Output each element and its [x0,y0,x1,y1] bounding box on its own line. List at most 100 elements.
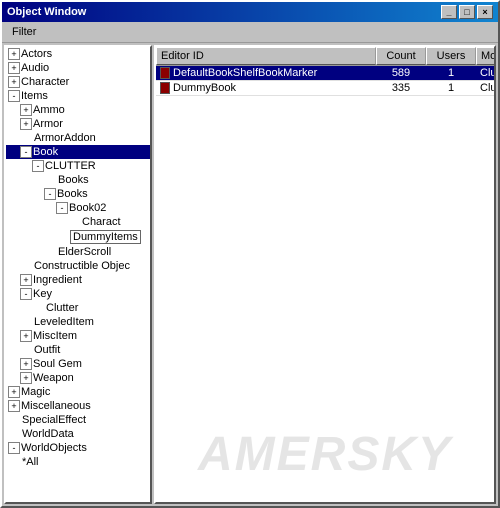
editor-id-text: DummyBook [173,82,236,94]
tree-item-ammo[interactable]: +Ammo [6,103,150,117]
tree-item-items[interactable]: -Items [6,89,150,103]
tree-item-constructible[interactable]: Constructible Objec [6,259,150,273]
tree-label-miscellaneous: Miscellaneous [21,400,91,412]
cell-model: Clutter\D [476,81,494,95]
tree-label-audio: Audio [21,62,49,74]
col-header-editor-id[interactable]: Editor ID [156,47,376,65]
maximize-button[interactable]: □ [459,5,475,19]
window-title: Object Window [7,6,86,18]
tree-toggle-worldobjects[interactable]: - [8,442,20,454]
tree-item-worlddata[interactable]: WorldData [6,427,150,441]
tree-item-key[interactable]: -Key [6,287,150,301]
tree-item-dummyitems[interactable]: DummyItems [6,229,150,245]
tree-item-elderscroll[interactable]: ElderScroll [6,245,150,259]
tree-label-leveleditem: LeveledItem [34,316,94,328]
tree-label-all: *All [22,456,39,468]
table-body: DefaultBookShelfBookMarker5891Clutter\DD… [156,66,494,502]
col-header-model[interactable]: Model [476,47,496,65]
table-panel: Editor ID Count Users Model DefaultBookS… [154,45,496,504]
tree-item-weapon[interactable]: +Weapon [6,371,150,385]
tree-item-all[interactable]: *All [6,455,150,469]
tree-item-magic[interactable]: +Magic [6,385,150,399]
cell-model: Clutter\D [476,66,494,80]
tree-toggle-soulgem[interactable]: + [20,358,32,370]
tree-item-book[interactable]: -Book [6,145,150,159]
tree-label-charact: Charact [82,216,121,228]
cell-users: 1 [426,66,476,80]
tree-label-constructible: Constructible Objec [34,260,130,272]
tree-label-armoraddon: ArmorAddon [34,132,96,144]
tree-toggle-book02[interactable]: - [56,202,68,214]
tree-toggle-ingredient[interactable]: + [20,274,32,286]
tree-toggle-items[interactable]: - [8,90,20,102]
tree-item-miscitem[interactable]: +MiscItem [6,329,150,343]
tree-toggle-weapon[interactable]: + [20,372,32,384]
book-icon [160,67,170,79]
tree-label-key: Key [33,288,52,300]
tree-item-character[interactable]: +Character [6,75,150,89]
cell-users: 1 [426,81,476,95]
tree-toggle-book[interactable]: - [20,146,32,158]
table-header: Editor ID Count Users Model [156,47,494,66]
tree-item-actors[interactable]: +Actors [6,47,150,61]
menu-bar: Filter [2,22,498,43]
tree-label-ingredient: Ingredient [33,274,82,286]
col-header-users[interactable]: Users [426,47,476,65]
tree-label-weapon: Weapon [33,372,74,384]
tree-toggle-miscellaneous[interactable]: + [8,400,20,412]
tree-item-clutter[interactable]: -CLUTTER [6,159,150,173]
minimize-button[interactable]: _ [441,5,457,19]
tree-item-miscellaneous[interactable]: +Miscellaneous [6,399,150,413]
tree-panel: +Actors+Audio+Character-Items+Ammo+Armor… [4,45,152,504]
table-row[interactable]: DummyBook 3351Clutter\D [156,81,494,96]
tree-item-specialeffect[interactable]: SpecialEffect [6,413,150,427]
col-header-count[interactable]: Count [376,47,426,65]
tree-label-clutter2: Clutter [46,302,78,314]
tree-toggle-miscitem[interactable]: + [20,330,32,342]
tree-label-soulgem: Soul Gem [33,358,82,370]
title-bar-buttons: _ □ × [441,5,493,19]
tree-label-books1: Books [58,174,89,186]
tree-toggle-actors[interactable]: + [8,48,20,60]
cell-count: 589 [376,66,426,80]
tree-item-books2[interactable]: -Books [6,187,150,201]
close-button[interactable]: × [477,5,493,19]
cell-editor-id: DummyBook [156,81,376,95]
tree-item-book02[interactable]: -Book02 [6,201,150,215]
tree-toggle-clutter[interactable]: - [32,160,44,172]
tree-toggle-armor[interactable]: + [20,118,32,130]
tree-toggle-books2[interactable]: - [44,188,56,200]
tree-item-ingredient[interactable]: +Ingredient [6,273,150,287]
book-icon [160,82,170,94]
tree-item-soulgem[interactable]: +Soul Gem [6,357,150,371]
tree-label-book02: Book02 [69,202,106,214]
tree-item-armor[interactable]: +Armor [6,117,150,131]
tree-label-actors: Actors [21,48,52,60]
tree-item-books1[interactable]: Books [6,173,150,187]
tree-item-leveleditem[interactable]: LeveledItem [6,315,150,329]
tree-toggle-key[interactable]: - [20,288,32,300]
table-row[interactable]: DefaultBookShelfBookMarker5891Clutter\D [156,66,494,81]
tree-label-books2: Books [57,188,88,200]
object-window: Object Window _ □ × Filter +Actors+Audio… [0,0,500,508]
tree-toggle-magic[interactable]: + [8,386,20,398]
tree-label-character: Character [21,76,69,88]
tree-item-armoraddon[interactable]: ArmorAddon [6,131,150,145]
main-content: +Actors+Audio+Character-Items+Ammo+Armor… [2,43,498,506]
cell-count: 335 [376,81,426,95]
tree-item-charact[interactable]: Charact [6,215,150,229]
tree-toggle-audio[interactable]: + [8,62,20,74]
tree-label-ammo: Ammo [33,104,65,116]
tree-label-specialeffect: SpecialEffect [22,414,86,426]
tree-label-elderscroll: ElderScroll [58,246,111,258]
tree-label-miscitem: MiscItem [33,330,77,342]
tree-item-clutter2[interactable]: Clutter [6,301,150,315]
tree-item-worldobjects[interactable]: -WorldObjects [6,441,150,455]
tree-label-magic: Magic [21,386,50,398]
tree-item-audio[interactable]: +Audio [6,61,150,75]
tree-label-armor: Armor [33,118,63,130]
tree-item-outfit[interactable]: Outfit [6,343,150,357]
tree-toggle-ammo[interactable]: + [20,104,32,116]
tree-toggle-character[interactable]: + [8,76,20,88]
filter-menu-item[interactable]: Filter [6,24,42,40]
